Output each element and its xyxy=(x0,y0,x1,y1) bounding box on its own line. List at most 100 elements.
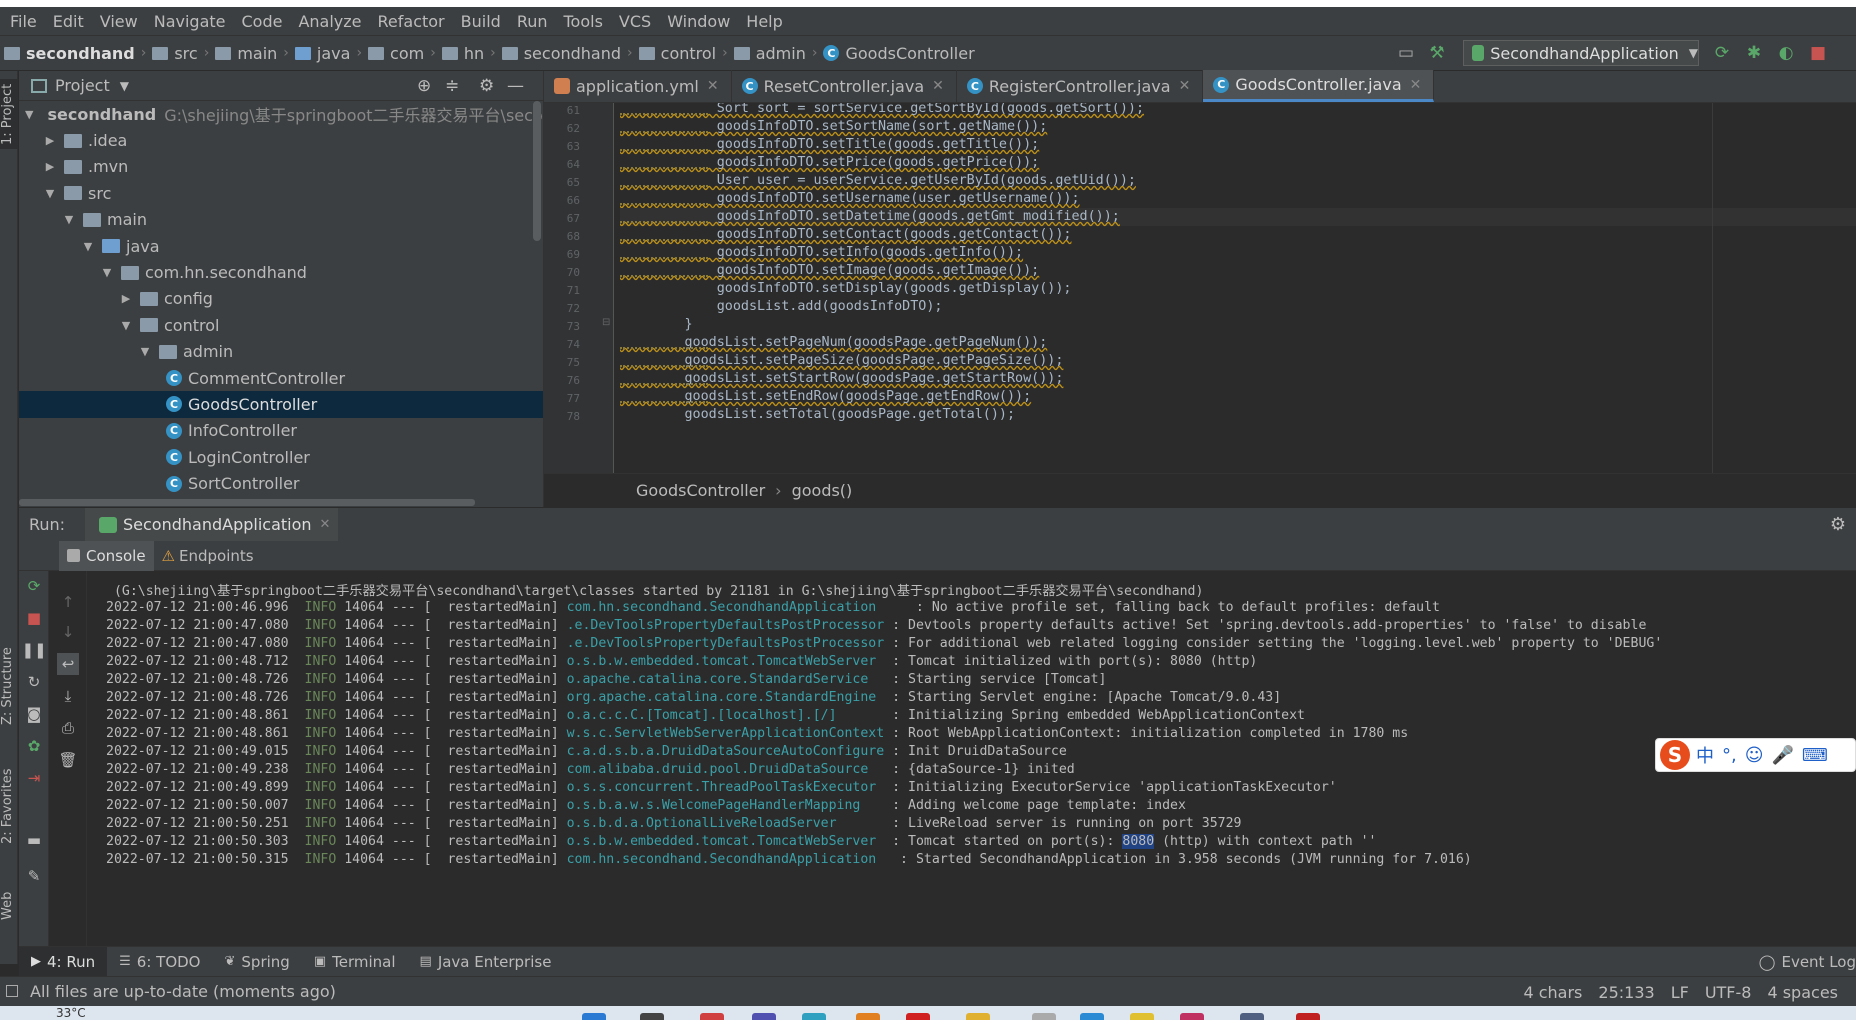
tree-item-goodscontroller[interactable]: C GoodsController xyxy=(19,391,543,418)
close-icon[interactable]: ✕ xyxy=(932,78,944,94)
stop-icon[interactable]: ■ xyxy=(1808,43,1828,63)
nav-crumb-admin[interactable]: admin xyxy=(730,44,810,63)
chevron-down-icon[interactable]: ▼ xyxy=(82,240,94,253)
ime-punctuation-icon[interactable]: °, xyxy=(1722,745,1737,766)
build-hammer-icon[interactable]: ⚒ xyxy=(1427,43,1447,63)
nav-crumb-control[interactable]: control xyxy=(635,44,720,63)
locate-icon[interactable]: ⊕ xyxy=(417,76,431,96)
caret-position[interactable]: 25:133 xyxy=(1590,983,1662,1002)
tree-item-src[interactable]: ▼ src xyxy=(19,180,543,206)
menu-navigate[interactable]: Navigate xyxy=(146,12,234,31)
menu-tools[interactable]: Tools xyxy=(556,12,611,31)
close-icon[interactable]: ✕ xyxy=(707,78,719,94)
editor-tab-resetcontroller-java[interactable]: C ResetController.java ✕ xyxy=(732,70,957,102)
tree-item-infocontroller[interactable]: C InfoController xyxy=(19,418,543,444)
code-line[interactable]: goodsInfoDTO.setDatetime(goods.getGmt_mo… xyxy=(620,208,1856,226)
taskbar-app-icon[interactable] xyxy=(1032,1013,1056,1020)
fold-marker-icon[interactable]: ⊟ xyxy=(602,317,610,328)
taskbar-app-icon[interactable] xyxy=(802,1013,826,1020)
debug-bug-icon[interactable]: ✱ xyxy=(1744,43,1764,63)
nav-crumb-java[interactable]: java xyxy=(291,44,355,63)
nav-crumb-secondhand[interactable]: secondhand xyxy=(0,44,139,63)
tree-item-admin[interactable]: ▼ admin xyxy=(19,339,543,365)
gear-icon[interactable]: ⚙ xyxy=(479,76,494,96)
tool-tab-favorites[interactable]: 2: Favorites xyxy=(0,761,18,851)
bottom-tab-4-run[interactable]: ▶ 4: Run xyxy=(19,946,108,977)
code-line[interactable]: goodsList.add(goodsInfoDTO); xyxy=(620,298,1856,316)
trash-icon[interactable]: 🗑 xyxy=(57,749,79,771)
ime-mode-chinese[interactable]: 中 xyxy=(1696,742,1714,768)
menu-window[interactable]: Window xyxy=(659,12,738,31)
editor-tab-application-yml[interactable]: application.yml ✕ xyxy=(544,70,732,102)
emoji-icon[interactable]: ☺ xyxy=(1745,745,1764,766)
restart-icon[interactable]: ↻ xyxy=(23,671,45,693)
tree-item-secondhand[interactable]: ▼ secondhand G:\shejiing\基于springboot二手乐器交… xyxy=(19,101,603,127)
code-line[interactable]: goodsInfoDTO.setContact(goods.getContact… xyxy=(620,226,1856,244)
run-configuration-select[interactable]: SecondhandApplication ▼ xyxy=(1463,40,1699,66)
menu-refactor[interactable]: Refactor xyxy=(370,12,453,31)
layout-icon[interactable]: ▭ xyxy=(1396,43,1416,63)
taskbar-app-icon[interactable] xyxy=(1296,1013,1320,1020)
pause-icon[interactable]: ❚❚ xyxy=(21,639,46,661)
console-output[interactable]: (G:\shejiing\基于springboot二手乐器交易平台\second… xyxy=(88,571,1856,946)
project-panel-title[interactable]: Project xyxy=(55,76,110,95)
breadcrumb-class[interactable]: GoodsController xyxy=(636,481,765,500)
close-icon[interactable]: ✕ xyxy=(1410,77,1422,93)
tree-item--mvn[interactable]: ▶ .mvn xyxy=(19,154,543,180)
tree-item-logincontroller[interactable]: C LoginController xyxy=(19,444,543,470)
taskbar-app-icon[interactable] xyxy=(752,1013,776,1020)
menu-build[interactable]: Build xyxy=(453,12,509,31)
tool-window-toggle-icon[interactable] xyxy=(6,985,18,997)
bottom-tab-spring[interactable]: ❦ Spring xyxy=(213,947,302,977)
chevron-right-icon[interactable]: ▶ xyxy=(44,160,56,173)
tree-item-control[interactable]: ▼ control xyxy=(19,312,543,338)
gear-icon[interactable]: ⚙ xyxy=(1830,514,1846,535)
exit-icon[interactable]: ⇥ xyxy=(23,767,45,789)
ime-toolbar[interactable]: S 中 °, ☺ 🎤 ⌨ xyxy=(1655,738,1856,772)
event-log-button[interactable]: ◯ Event Log xyxy=(1759,947,1856,977)
taskbar-app-icon[interactable] xyxy=(906,1013,930,1020)
bottom-tab-java-enterprise[interactable]: ▤ Java Enterprise xyxy=(408,947,564,977)
tool-tab-project[interactable]: 1: Project xyxy=(0,79,18,149)
hide-panel-icon[interactable]: — xyxy=(507,76,524,96)
code-line[interactable]: goodsList.setStartRow(goodsPage.getStart… xyxy=(620,370,1856,388)
stop-icon[interactable]: ■ xyxy=(23,607,45,629)
tab-endpoints[interactable]: ⚠ Endpoints xyxy=(154,541,262,571)
code-line[interactable]: goodsList.setEndRow(goodsPage.getEndRow(… xyxy=(620,388,1856,406)
line-separator[interactable]: LF xyxy=(1663,983,1697,1002)
chevron-down-icon[interactable]: ▼ xyxy=(120,319,132,332)
chevron-right-icon[interactable]: ▶ xyxy=(120,292,132,305)
rerun-icon[interactable]: ⟳ xyxy=(23,575,45,597)
code-line[interactable]: goodsList.setTotal(goodsPage.getTotal())… xyxy=(620,406,1856,424)
editor-tab-goodscontroller-java[interactable]: C GoodsController.java ✕ xyxy=(1203,70,1435,102)
breadcrumb-method[interactable]: goods() xyxy=(792,481,853,500)
taskbar-app-icon[interactable] xyxy=(1240,1013,1264,1020)
nav-crumb-secondhand[interactable]: secondhand xyxy=(498,44,625,63)
nav-crumb-main[interactable]: main xyxy=(211,44,281,63)
chevron-down-icon[interactable]: ▼ xyxy=(120,79,129,93)
tree-item-java[interactable]: ▼ java xyxy=(19,233,543,259)
soft-wrap-icon[interactable]: ↩ xyxy=(57,653,79,675)
indent-setting[interactable]: 4 spaces xyxy=(1759,983,1846,1002)
nav-crumb-src[interactable]: src xyxy=(148,44,201,63)
chevron-down-icon[interactable]: ▼ xyxy=(44,187,56,200)
coverage-icon[interactable]: ◐ xyxy=(1776,43,1796,63)
menu-analyze[interactable]: Analyze xyxy=(290,12,369,31)
code-line[interactable]: goodsList.setPageNum(goodsPage.getPageNu… xyxy=(620,334,1856,352)
code-line[interactable]: Sort sort = sortService.getSortById(good… xyxy=(620,103,1856,118)
taskbar-app-icon[interactable] xyxy=(966,1013,990,1020)
menu-view[interactable]: View xyxy=(92,12,146,31)
menu-run[interactable]: Run xyxy=(509,12,556,31)
taskbar-app-icon[interactable] xyxy=(640,1013,664,1020)
scroll-down-icon[interactable]: ↓ xyxy=(57,621,79,643)
taskbar-app-icon[interactable] xyxy=(582,1013,606,1020)
code-line[interactable]: goodsInfoDTO.setInfo(goods.getInfo()); xyxy=(620,244,1856,262)
project-vertical-scrollbar[interactable] xyxy=(533,101,541,241)
code-line[interactable]: goodsInfoDTO.setPrice(goods.getPrice()); xyxy=(620,154,1856,172)
code-line[interactable]: goodsInfoDTO.setImage(goods.getImage()); xyxy=(620,262,1856,280)
chevron-down-icon[interactable]: ▼ xyxy=(101,266,113,279)
taskbar-app-icon[interactable] xyxy=(1130,1013,1154,1020)
weather-temperature[interactable]: 33°C xyxy=(56,1006,86,1020)
scroll-to-end-icon[interactable]: ⤓ xyxy=(57,685,79,707)
rerun-icon[interactable]: ⟳ xyxy=(1712,43,1732,63)
